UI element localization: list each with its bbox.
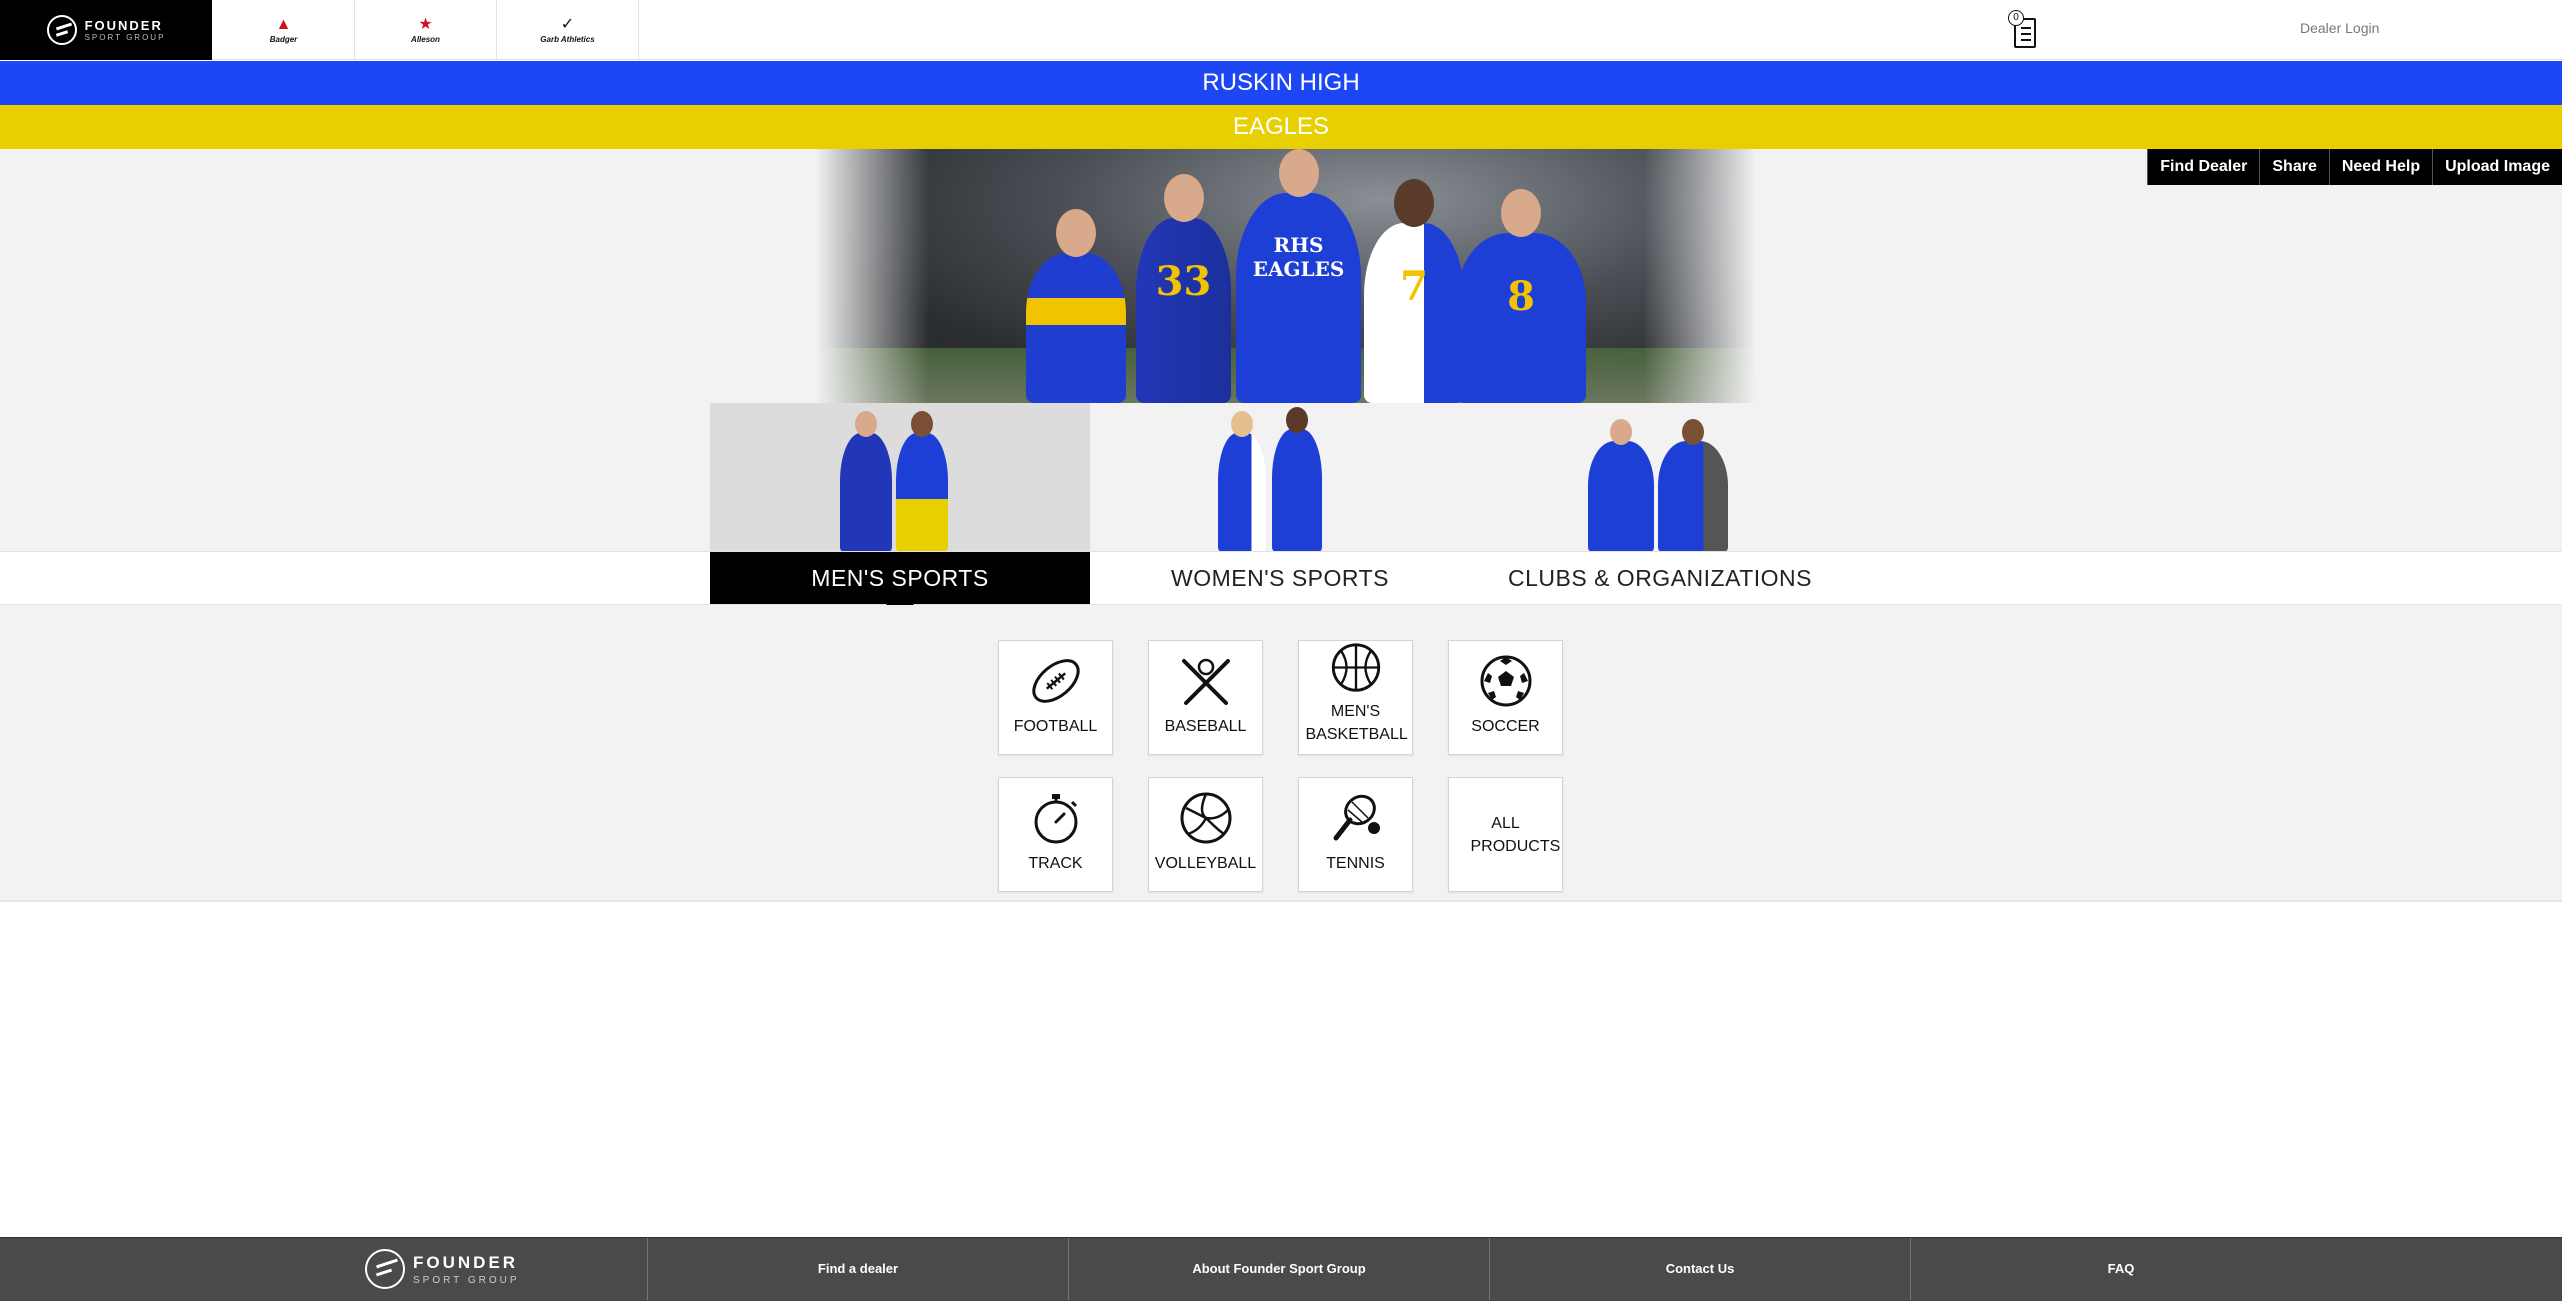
hero-team-image: 23 33 RHS EAGLES 7 8 [816, 149, 1756, 403]
sport-tile-mens-basketball[interactable]: MEN'S BASKETBALL [1298, 640, 1413, 755]
sport-label: SOCCER [1471, 718, 1540, 735]
tennis-icon [1333, 794, 1380, 841]
sport-label: BASEBALL [1164, 718, 1247, 735]
footer: FOUNDER SPORT GROUP Find a dealer About … [0, 1237, 2562, 1301]
sport-tile-tennis[interactable]: TENNIS [1298, 777, 1413, 892]
hero-player: 7 [1364, 179, 1464, 403]
mens-sports-thumbnail[interactable] [710, 403, 1090, 553]
sport-label: TRACK [1028, 855, 1083, 872]
brand-tab-label: Garb Athletics [540, 34, 595, 44]
brand-tab-badger[interactable]: ▲ Badger [213, 0, 355, 60]
sport-tile-soccer[interactable]: SOCCER [1448, 640, 1563, 755]
sport-tile-volleyball[interactable]: VOLLEYBALL [1148, 777, 1263, 892]
tab-womens-sports[interactable]: WOMEN'S SPORTS [1090, 552, 1470, 604]
alleson-logo-icon: ★ [418, 15, 433, 33]
cart-button[interactable]: 0 [2008, 10, 2042, 52]
sport-label: MEN'S BASKETBALL [1305, 703, 1408, 743]
clubs-organizations-thumbnail[interactable] [1470, 403, 1850, 553]
founder-logo-name: FOUNDER [84, 17, 163, 33]
brand-tab-label: Alleson [411, 34, 440, 44]
school-name-bar: RUSKIN HIGH [0, 61, 2562, 105]
footer-link-about[interactable]: About Founder Sport Group [1068, 1238, 1489, 1300]
tab-mens-sports[interactable]: MEN'S SPORTS [710, 552, 1090, 618]
sport-tile-baseball[interactable]: BASEBALL [1148, 640, 1263, 755]
hero-player: 23 [1026, 209, 1126, 403]
footer-link-contact[interactable]: Contact Us [1489, 1238, 1910, 1300]
sport-label: VOLLEYBALL [1154, 855, 1257, 872]
cart-count-badge: 0 [2008, 10, 2024, 26]
badger-logo-icon: ▲ [275, 15, 292, 33]
footer-logo-sub: SPORT GROUP [413, 1274, 520, 1286]
action-buttons: Find Dealer Share Need Help Upload Image [2147, 149, 2562, 185]
soccer-icon [1480, 655, 1531, 707]
footer-founder-logo[interactable]: FOUNDER SPORT GROUP [365, 1238, 520, 1300]
sport-tile-all-products[interactable]: ALL PRODUCTS [1448, 777, 1563, 892]
founder-logo-sub: SPORT GROUP [84, 32, 166, 42]
hero-player: 8 [1456, 189, 1586, 403]
category-tabs: MEN'S SPORTS WOMEN'S SPORTS CLUBS & ORGA… [0, 551, 2562, 618]
footer-logo-name: FOUNDER [413, 1252, 519, 1272]
hero-player: 33 [1136, 174, 1231, 403]
sport-label: TENNIS [1326, 855, 1385, 872]
school-mascot-bar: EAGLES [0, 105, 2562, 149]
sports-grid: FOOTBALL BASEBALL MEN'S BASKETBALL SOCCE… [0, 605, 2562, 902]
footer-link-find-dealer[interactable]: Find a dealer [647, 1238, 1068, 1300]
brand-tab-label: Badger [269, 34, 298, 44]
top-brand-bar: FOUNDER SPORT GROUP ▲ Badger ★ Alleson ✓… [0, 0, 2562, 60]
baseball-icon [1181, 658, 1230, 705]
sport-label: ALL PRODUCTS [1470, 814, 1561, 855]
footer-link-faq[interactable]: FAQ [1910, 1238, 2331, 1300]
founder-mark-icon [365, 1249, 405, 1289]
volleyball-icon [1180, 792, 1231, 844]
garb-logo-icon: ✓ [560, 15, 575, 33]
dealer-login-link[interactable]: Dealer Login [2300, 20, 2379, 36]
share-button[interactable]: Share [2259, 149, 2329, 185]
sport-tile-football[interactable]: FOOTBALL [998, 640, 1113, 755]
sport-label: FOOTBALL [1013, 718, 1098, 735]
stopwatch-icon [1034, 794, 1077, 844]
brand-tab-garb[interactable]: ✓ Garb Athletics [497, 0, 639, 60]
upload-image-button[interactable]: Upload Image [2432, 149, 2562, 185]
hero-area: 23 33 RHS EAGLES 7 8 Find Dealer Share N… [0, 149, 2562, 554]
need-help-button[interactable]: Need Help [2328, 149, 2433, 185]
find-dealer-button[interactable]: Find Dealer [2147, 149, 2260, 185]
womens-sports-thumbnail[interactable] [1090, 403, 1470, 553]
basketball-icon [1331, 643, 1380, 692]
founder-logo[interactable]: FOUNDER SPORT GROUP [0, 0, 212, 60]
founder-mark-icon [46, 15, 77, 45]
hero-player: RHS EAGLES [1236, 149, 1361, 403]
tab-clubs-organizations[interactable]: CLUBS & ORGANIZATIONS [1470, 552, 1850, 604]
football-icon [1031, 659, 1080, 703]
brand-tab-alleson[interactable]: ★ Alleson [355, 0, 497, 60]
sport-tile-track[interactable]: TRACK [998, 777, 1113, 892]
